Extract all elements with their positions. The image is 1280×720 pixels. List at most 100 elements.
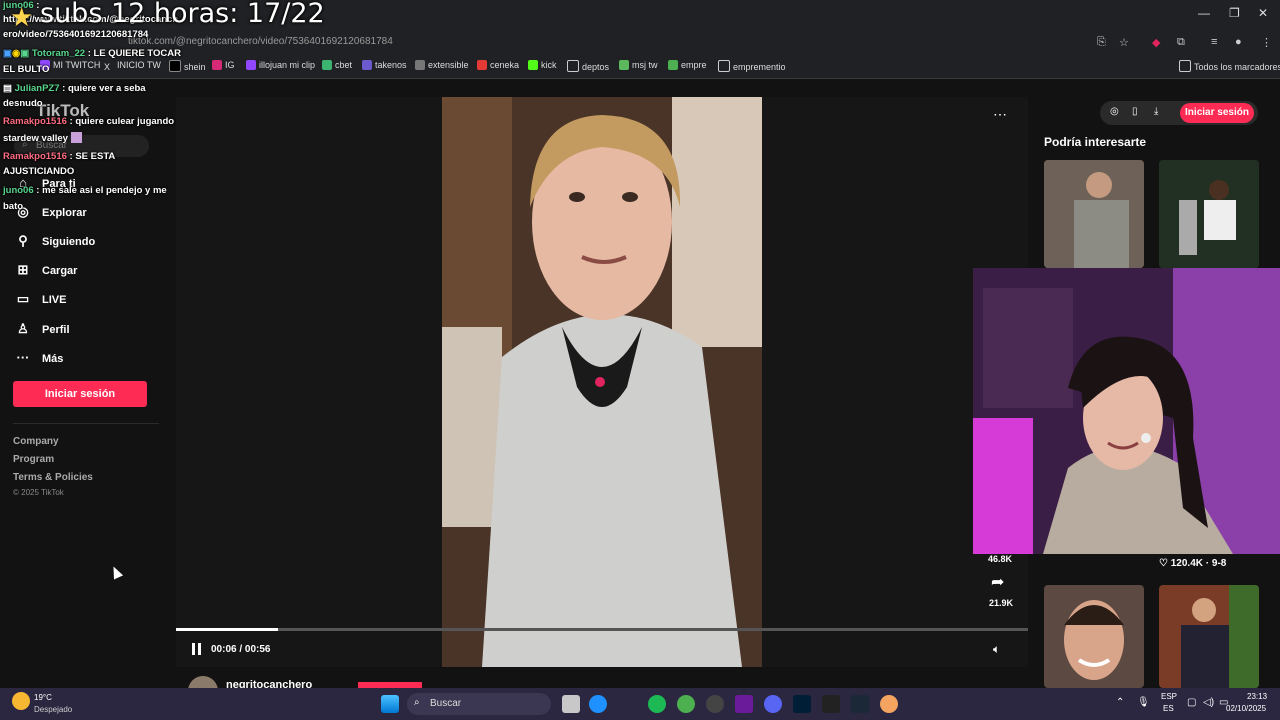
extensions-puzzle-icon[interactable]: ⧉ [1177,36,1185,49]
star-icon: ★ [10,2,34,32]
bookmark-star-icon[interactable]: ☆ [1119,36,1129,49]
keyboard-layout[interactable]: ES [1163,704,1174,713]
profile-avatar-icon[interactable]: ● [1235,36,1242,48]
login-button-sidebar[interactable]: Iniciar sesión [13,381,147,407]
thumb-image [1159,160,1259,268]
nav-perfil[interactable]: ♙ Perfil [14,321,70,337]
volume-icon[interactable]: 🔈︎ [993,642,1000,657]
nav-live[interactable]: ▭ LIVE [14,291,67,307]
close-button[interactable]: ✕ [1258,6,1268,20]
weather-moon-icon[interactable] [12,692,30,710]
chat-message: juno06 : me sale asi el pendejo y me [3,185,167,196]
recommended-thumb[interactable] [1044,585,1144,688]
footer-program[interactable]: Program [13,454,54,465]
chat-text: : [36,0,40,11]
taskbar-clock[interactable]: 23:13 [1247,692,1267,701]
post-date: 9-8 [1211,558,1227,569]
windows-taskbar [0,688,1280,720]
nav-siguiendo[interactable]: ⚲ Siguiendo [14,233,95,249]
photoshop-icon[interactable] [793,695,811,713]
share-icon[interactable]: ➦ [991,572,1004,592]
obs-icon[interactable] [706,695,724,713]
progress-bar[interactable] [176,628,1028,631]
nav-mas[interactable]: ··· Más [14,350,64,365]
footer-company[interactable]: Company [13,436,59,447]
coins-icon[interactable]: ◎ [1110,106,1119,117]
download-icon[interactable]: ⤓ [1154,106,1158,117]
bookmark-cbet[interactable]: cbet [322,60,352,70]
steam-icon[interactable] [851,695,869,713]
video-time: 00:06 / 00:56 [211,644,271,655]
bookmark-msj-tw[interactable]: msj tw [619,60,658,70]
discord-icon[interactable] [764,695,782,713]
search-icon: ⌕ [414,697,420,708]
nav-cargar[interactable]: ⊞ Cargar [14,262,78,278]
thumb-image [1159,585,1259,688]
author-name[interactable]: negritocanchero [226,679,312,688]
install-icon[interactable]: ⎘ [1097,36,1106,49]
webcam-image [973,268,1280,554]
windows-start-icon[interactable] [381,695,399,713]
spotify-icon[interactable] [648,695,666,713]
recommended-thumb[interactable] [1159,585,1259,688]
thumb-image [1044,160,1144,268]
chat-message: AJUSTICIANDO [3,166,74,177]
chat-text: : SE ESTA [69,151,116,162]
edge-icon[interactable] [589,695,607,713]
chat-text: EL BULTO [3,64,50,75]
recommended-thumb[interactable] [1159,160,1259,268]
menu-kebab-icon[interactable]: ⋮ [1261,36,1272,49]
capcut-icon[interactable] [822,695,840,713]
chat-message: stardew valley [3,132,82,144]
bookmark-empre[interactable]: empre [668,60,707,70]
bookmark-folder-deptos[interactable]: deptos [567,60,609,72]
app-icon[interactable] [735,695,753,713]
language-code[interactable]: ESP [1161,692,1177,701]
saves-count: 46.8K [988,554,1013,564]
footer-terms[interactable]: Terms & Policies [13,472,93,483]
pause-icon[interactable] [191,643,203,655]
tray-chevron-icon[interactable]: ⌃ [1116,697,1124,708]
login-button-top[interactable]: Iniciar sesión [1180,103,1254,123]
address-bar[interactable]: tiktok.com/@negritocanchero/video/753640… [0,30,1280,56]
chat-user: Ramakpo1516 [3,151,67,162]
upload-plus-icon: ⊞ [17,262,29,277]
nav-label: Perfil [42,324,70,336]
weather-temp[interactable]: 19°C [34,693,52,702]
volume-tray-icon[interactable]: ◁) [1203,697,1214,708]
emote-icon [70,132,82,143]
video-more-icon[interactable]: ⋯ [993,106,1007,123]
minimize-button[interactable]: — [1198,6,1210,20]
divider [13,423,159,424]
bookmark-kick[interactable]: kick [528,60,557,70]
badge-icon: ▤ [3,83,12,94]
media-control-icon[interactable]: ≡ [1211,36,1217,48]
bookmark-takenos[interactable]: takenos [362,60,407,70]
device-icon[interactable]: ▯ [1132,106,1138,117]
chat-text: bato [3,201,24,212]
chat-user: Ramakpo1516 [3,116,67,127]
bookmark-illojuan[interactable]: illojuan mi clip [246,60,315,70]
bookmark-extensible[interactable]: extensible [415,60,469,70]
task-view-icon[interactable] [562,695,580,713]
restore-button[interactable]: ❐ [1229,6,1240,20]
network-icon[interactable]: ▢ [1187,697,1196,708]
taskbar-search[interactable]: ⌕ Buscar [407,693,551,715]
chat-message: bato [3,201,23,212]
extension-icon[interactable]: ◆ [1152,36,1160,49]
microphone-icon[interactable]: 🎙︎ [1137,697,1150,708]
video-frame[interactable] [442,97,762,667]
app2-icon[interactable] [880,695,898,713]
recommended-thumb[interactable] [1044,160,1144,268]
author-avatar[interactable] [188,676,218,688]
weather-desc[interactable]: Despejado [34,705,72,714]
subs-goal-overlay: subs 12 horas: 17/22 [40,0,325,29]
bookmark-folder-emprementio[interactable]: emprementio [718,60,786,72]
chrome-icon[interactable] [677,695,695,713]
shares-count: 21.9K [989,598,1014,608]
all-bookmarks-folder[interactable]: Todos los marcadores [1179,60,1280,72]
bookmark-ig[interactable]: IG [212,60,235,70]
bookmark-ceneka[interactable]: ceneka [477,60,519,70]
chat-user: JulianPZ7 [14,83,60,94]
taskbar-date[interactable]: 02/10/2025 [1226,704,1266,713]
